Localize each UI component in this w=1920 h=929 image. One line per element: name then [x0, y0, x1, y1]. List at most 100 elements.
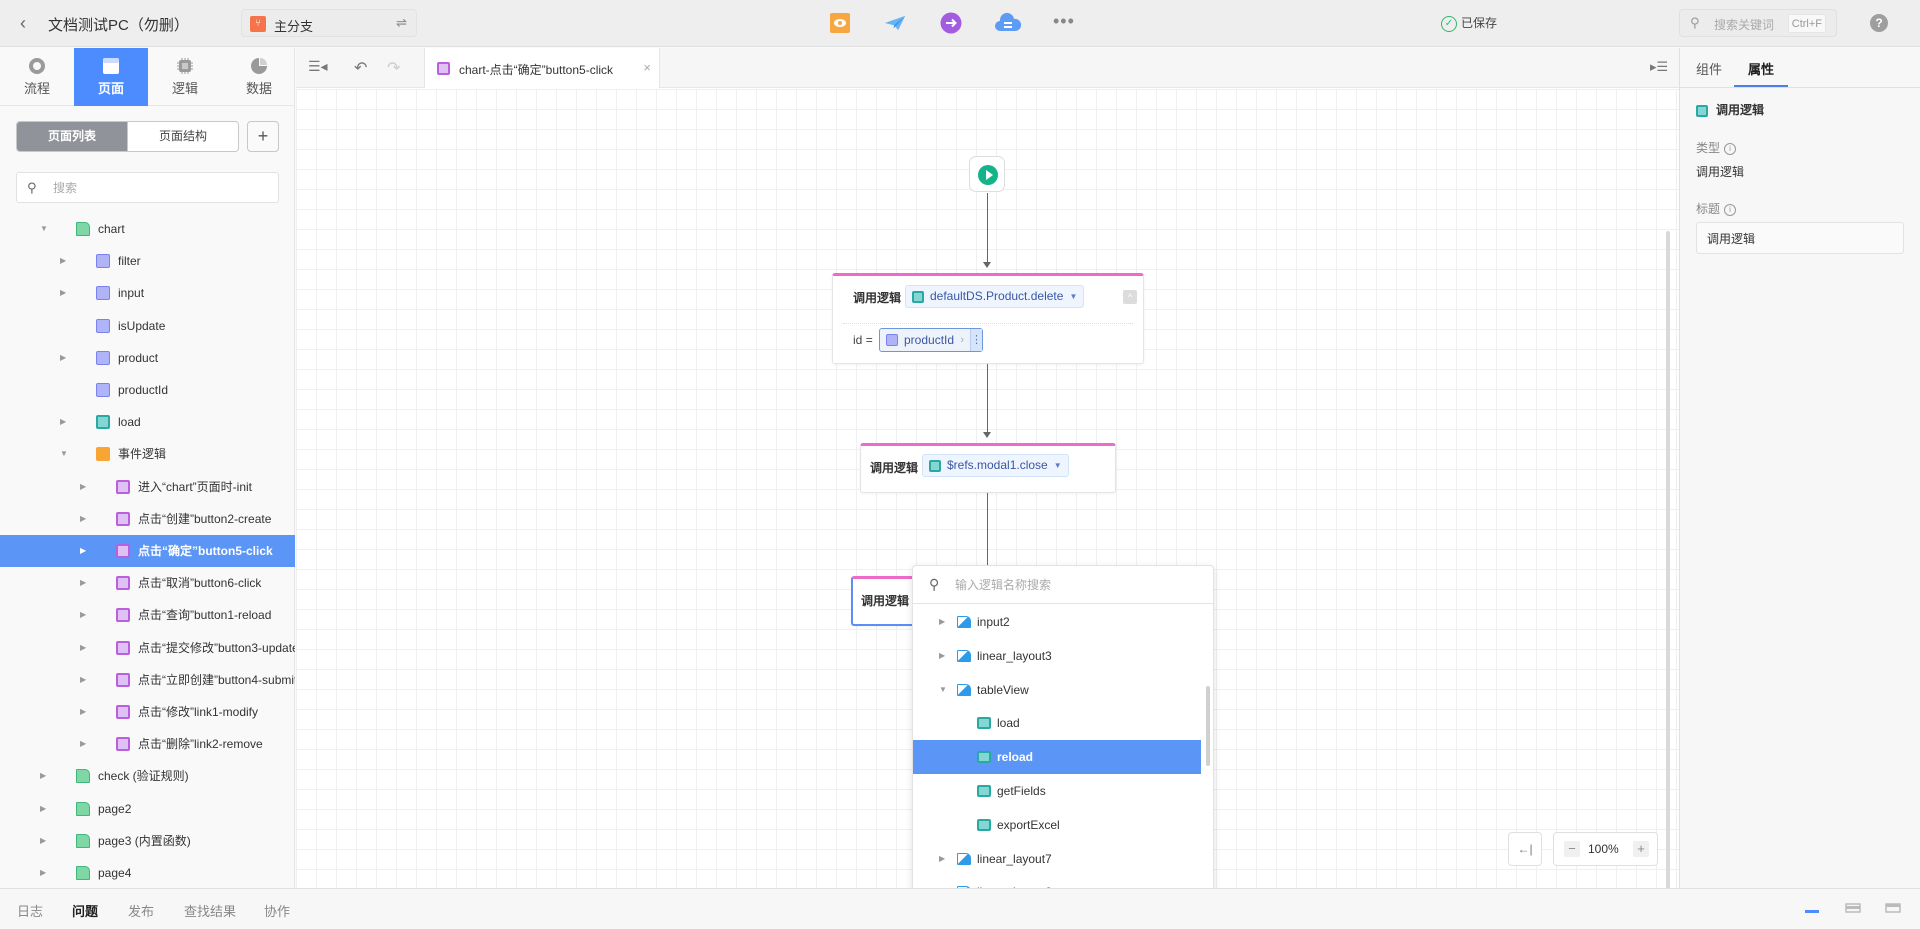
tree-item[interactable]: ▶ 点击“立即创建”button4-submit — [0, 664, 295, 696]
add-page-button[interactable]: + — [247, 121, 279, 152]
tree-item[interactable]: ▶ page2 — [0, 793, 295, 825]
caret-down-icon[interactable]: ▼ — [939, 673, 947, 707]
tree-item[interactable]: ▼ 事件逻辑 — [0, 438, 295, 470]
start-node[interactable] — [969, 156, 1005, 192]
caret-right-icon[interactable]: ▶ — [80, 728, 86, 760]
minimize-panel-icon[interactable] — [1804, 903, 1820, 913]
dropdown-item[interactable]: exportExcel — [913, 808, 1201, 842]
cloud-deploy-icon[interactable] — [994, 12, 1022, 34]
zoom-out-button[interactable]: − — [1564, 841, 1580, 857]
logic-selector[interactable]: $refs.modal1.close ▼ — [922, 454, 1069, 477]
help-icon[interactable]: ? — [1870, 14, 1888, 32]
more-icon[interactable]: ••• — [1053, 11, 1075, 33]
tree-item[interactable]: ▶ page4 — [0, 857, 295, 888]
dropdown-item[interactable]: reload — [913, 740, 1201, 775]
upgrade-icon[interactable] — [940, 12, 962, 34]
logic-selector[interactable]: defaultDS.Product.delete ▼ — [905, 285, 1085, 308]
dropdown-item[interactable]: load — [913, 706, 1201, 740]
dropdown-item[interactable]: getFields — [913, 774, 1201, 808]
collapse-sidebar-icon[interactable]: ☰◂ — [308, 58, 328, 75]
maximize-panel-icon[interactable] — [1885, 903, 1901, 913]
tree-item[interactable]: ▶ 点击“删除”link2-remove — [0, 728, 295, 760]
undo-icon[interactable]: ↶ — [354, 58, 367, 78]
flow-node-call-logic[interactable]: 调用逻辑 $refs.modal1.close ▼ — [860, 443, 1116, 493]
info-icon[interactable]: i — [1724, 142, 1737, 155]
page-search-input[interactable] — [53, 178, 263, 198]
caret-down-icon[interactable]: ▼ — [60, 438, 68, 470]
caret-right-icon[interactable]: ▶ — [939, 605, 945, 639]
caret-down-icon[interactable]: ▼ — [40, 213, 48, 245]
tree-item[interactable]: ▶ page3 (内置函数) — [0, 825, 295, 857]
half-panel-icon[interactable] — [1845, 903, 1861, 913]
dropdown-item[interactable]: ▶ linear_layout3 — [913, 639, 1201, 673]
tab-problems[interactable]: 问题 — [72, 901, 98, 920]
caret-right-icon[interactable]: ▶ — [60, 277, 66, 309]
tree-item[interactable]: ▼ chart — [0, 213, 295, 245]
tab-page-list[interactable]: 页面列表 — [17, 122, 127, 151]
caret-right-icon[interactable]: ▶ — [939, 639, 945, 673]
caret-right-icon[interactable]: ▶ — [40, 793, 46, 825]
dropdown-item[interactable]: ▶ input2 — [913, 605, 1201, 639]
flow-node-call-logic[interactable]: 调用逻辑 defaultDS.Product.delete ▼ ^ id = p… — [832, 273, 1144, 364]
caret-right-icon[interactable]: ▶ — [80, 567, 86, 599]
tree-item[interactable]: ▶ 点击“查询”button1-reload — [0, 599, 295, 631]
dropdown-item[interactable]: ▼ tableView — [913, 673, 1201, 707]
caret-right-icon[interactable]: ▶ — [939, 842, 945, 876]
collapse-node-button[interactable]: ^ — [1123, 290, 1137, 304]
tree-item[interactable]: ▶ filter — [0, 245, 295, 277]
tree-item[interactable]: ▶ 点击“创建”button2-create — [0, 503, 295, 535]
global-search[interactable]: ⚲ 搜索关键词 Ctrl+F — [1679, 9, 1837, 37]
tree-item[interactable]: isUpdate — [0, 310, 295, 342]
editor-tab[interactable]: chart-点击“确定”button5-click × — [424, 48, 660, 88]
canvas-scrollbar[interactable] — [1666, 231, 1670, 926]
more-vertical-icon[interactable]: ⋮ — [970, 329, 983, 351]
dropdown-scrollbar[interactable] — [1206, 686, 1210, 766]
branch-selector[interactable]: ⑂ 主分支 ⇌ — [241, 9, 417, 37]
caret-right-icon[interactable]: ▶ — [60, 406, 66, 438]
caret-right-icon[interactable]: ▶ — [40, 825, 46, 857]
tree-item[interactable]: ▶ check (验证规则) — [0, 760, 295, 792]
tree-item[interactable]: productId — [0, 374, 295, 406]
caret-right-icon[interactable]: ▶ — [80, 471, 86, 503]
nav-tab-logic[interactable]: 逻辑 — [148, 48, 222, 106]
caret-right-icon[interactable]: ▶ — [40, 760, 46, 792]
caret-right-icon[interactable]: ▶ — [60, 342, 66, 374]
tab-components[interactable]: 组件 — [1696, 59, 1722, 78]
close-icon[interactable]: × — [643, 60, 651, 75]
tab-properties[interactable]: 属性 — [1748, 59, 1774, 78]
caret-right-icon[interactable]: ▶ — [80, 696, 86, 728]
nav-tab-page[interactable]: 页面 — [74, 48, 148, 106]
tree-item[interactable]: ▶ 点击“确定”button5-click — [0, 535, 295, 567]
tree-item[interactable]: ▶ product — [0, 342, 295, 374]
caret-right-icon[interactable]: ▶ — [80, 599, 86, 631]
redo-icon[interactable]: ↷ — [387, 58, 400, 78]
param-value-chip[interactable]: productId › ⋮ — [879, 328, 984, 352]
info-icon[interactable]: i — [1724, 203, 1737, 216]
tab-page-structure[interactable]: 页面结构 — [127, 122, 238, 151]
publish-icon[interactable] — [884, 12, 906, 34]
tree-item[interactable]: ▶ 点击“提交修改”button3-update — [0, 632, 295, 664]
nav-tab-data[interactable]: 数据 — [222, 48, 296, 106]
title-input[interactable] — [1696, 222, 1904, 254]
tab-search-results[interactable]: 查找结果 — [184, 901, 236, 920]
tree-item[interactable]: ▶ 点击“修改”link1-modify — [0, 696, 295, 728]
caret-right-icon[interactable]: ▶ — [80, 503, 86, 535]
dropdown-search-input[interactable] — [955, 575, 1195, 595]
tab-log[interactable]: 日志 — [17, 901, 43, 920]
fit-view-button[interactable]: ←| — [1508, 832, 1542, 866]
tree-item[interactable]: ▶ input — [0, 277, 295, 309]
caret-right-icon[interactable]: ▶ — [40, 857, 46, 888]
expand-panel-icon[interactable]: ▸☰ — [1650, 59, 1668, 75]
caret-right-icon[interactable]: ▶ — [60, 245, 66, 277]
tree-item[interactable]: ▶ load — [0, 406, 295, 438]
tab-publish[interactable]: 发布 — [128, 901, 154, 920]
caret-right-icon[interactable]: ▶ — [80, 535, 86, 567]
caret-right-icon[interactable]: ▶ — [80, 664, 86, 696]
caret-right-icon[interactable]: ▶ — [80, 632, 86, 664]
tab-collaboration[interactable]: 协作 — [264, 901, 290, 920]
tree-item[interactable]: ▶ 点击“取消”button6-click — [0, 567, 295, 599]
zoom-in-button[interactable]: + — [1633, 841, 1649, 857]
dropdown-item[interactable]: ▶ linear_layout7 — [913, 842, 1201, 876]
tree-item[interactable]: ▶ 进入“chart”页面时-init — [0, 471, 295, 503]
preview-icon[interactable] — [829, 12, 851, 34]
